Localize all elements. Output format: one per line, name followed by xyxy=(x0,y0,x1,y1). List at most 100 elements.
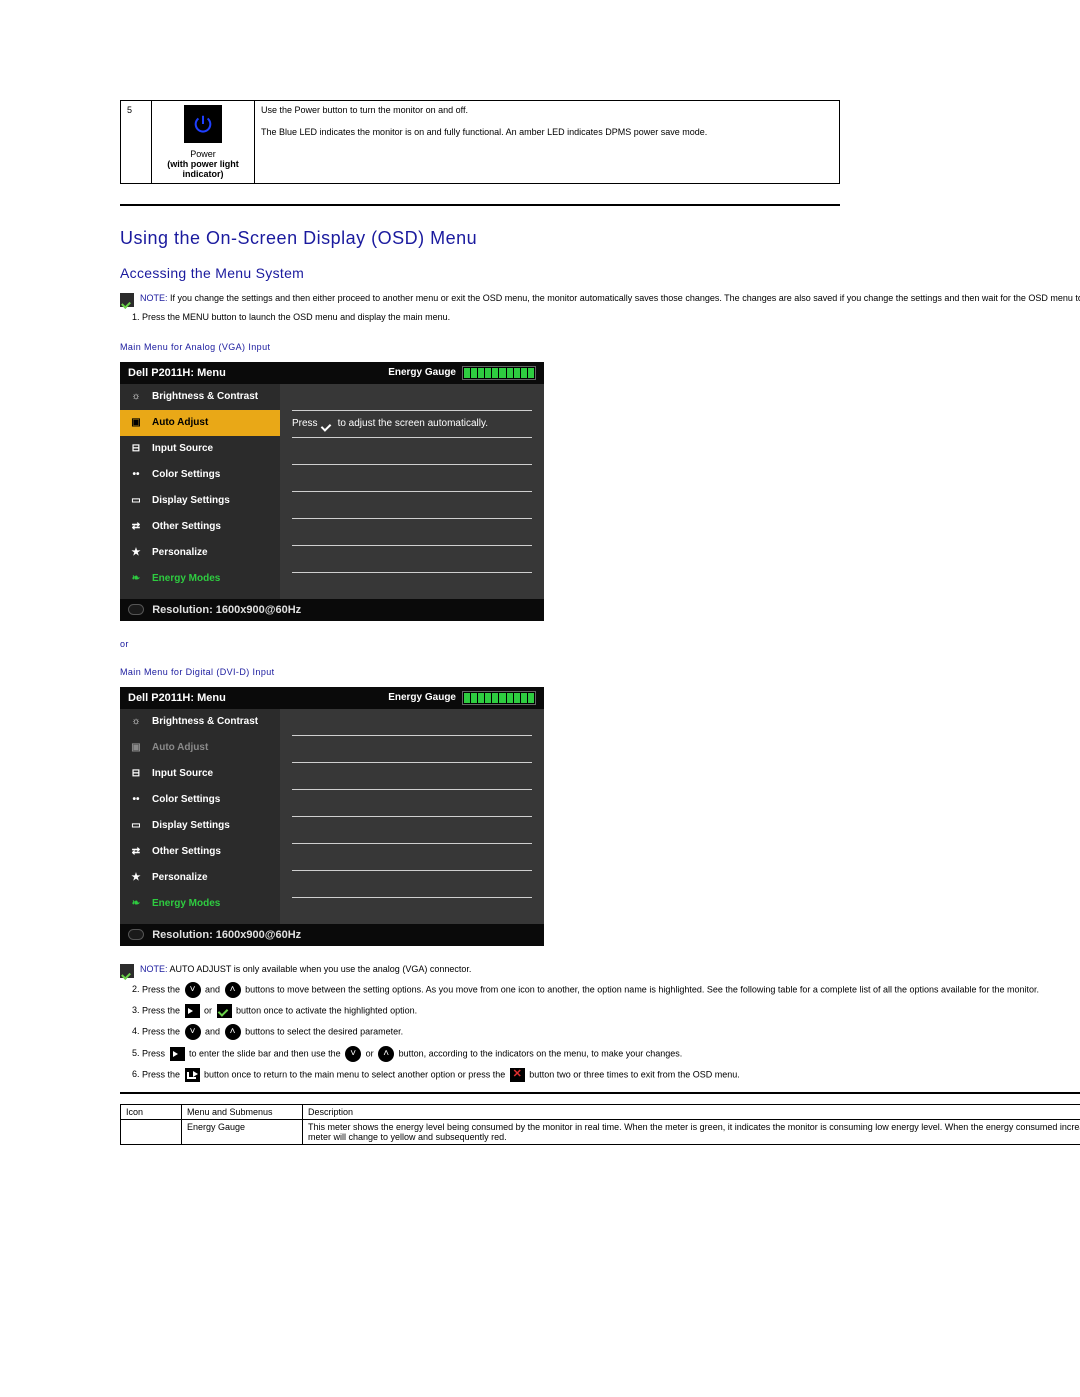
energy-icon: ❧ xyxy=(128,572,144,586)
osd-header: Dell P2011H: Menu Energy Gauge xyxy=(120,362,544,384)
osd-item-input-source[interactable]: ⊟Input Source xyxy=(120,436,280,462)
note-prefix: NOTE: xyxy=(140,293,168,303)
osd-item-personalize[interactable]: ★Personalize xyxy=(120,540,280,566)
up-icon: ˄ xyxy=(225,1024,241,1040)
legend-icon-cell xyxy=(121,1119,182,1144)
osd-item-color[interactable]: ••Color Settings xyxy=(120,787,280,813)
osd-item-energy[interactable]: ❧Energy Modes xyxy=(120,891,280,917)
osd-item-auto-adjust[interactable]: ▣Auto Adjust xyxy=(120,410,280,436)
note-2: NOTE: AUTO ADJUST is only available when… xyxy=(120,964,1080,978)
divider xyxy=(120,1092,1080,1094)
vga-caption: Main Menu for Analog (VGA) Input xyxy=(120,342,960,352)
step-6: Press the button once to return to the m… xyxy=(142,1068,1080,1082)
resolution-label: Resolution: 1600x900@60Hz xyxy=(152,929,301,941)
footer-badge xyxy=(128,604,144,615)
osd-vga: Dell P2011H: Menu Energy Gauge ☼Brightne… xyxy=(120,362,544,621)
osd-item-other[interactable]: ⇄Other Settings xyxy=(120,839,280,865)
display-icon: ▭ xyxy=(128,819,144,833)
power-desc-1: Use the Power button to turn the monitor… xyxy=(261,105,833,115)
osd-footer: Resolution: 1600x900@60Hz xyxy=(120,599,544,621)
osd-item-other[interactable]: ⇄Other Settings xyxy=(120,514,280,540)
power-desc-cell: Use the Power button to turn the monitor… xyxy=(255,101,840,184)
energy-icon: ❧ xyxy=(128,897,144,911)
power-label-1: Power xyxy=(158,149,248,159)
section-heading: Using the On-Screen Display (OSD) Menu xyxy=(120,228,960,249)
dvi-caption: Main Menu for Digital (DVI-D) Input xyxy=(120,667,960,677)
step-1: Press the MENU button to launch the OSD … xyxy=(142,311,960,324)
down-icon: ˅ xyxy=(185,982,201,998)
osd-item-brightness[interactable]: ☼Brightness & Contrast xyxy=(120,709,280,735)
osd-footer: Resolution: 1600x900@60Hz xyxy=(120,924,544,946)
footer-badge xyxy=(128,929,144,940)
resolution-label: Resolution: 1600x900@60Hz xyxy=(152,604,301,616)
osd-item-color[interactable]: ••Color Settings xyxy=(120,462,280,488)
osd-title: Dell P2011H: Menu xyxy=(128,692,226,704)
gauge-bars xyxy=(462,691,536,705)
auto-adjust-icon: ▣ xyxy=(128,416,144,430)
color-icon: •• xyxy=(128,468,144,482)
steps-list-1: Press the MENU button to launch the OSD … xyxy=(120,311,960,324)
legend-desc-cell: This meter shows the energy level being … xyxy=(303,1119,1080,1144)
steps-list-2: Press the ˅ and ˄ buttons to move betwee… xyxy=(120,982,1080,1082)
power-desc-2: The Blue LED indicates the monitor is on… xyxy=(261,127,833,137)
down-icon: ˅ xyxy=(185,1024,201,1040)
note-2-text: NOTE: AUTO ADJUST is only available when… xyxy=(140,964,471,974)
note-1: NOTE: If you change the settings and the… xyxy=(120,293,1080,307)
energy-gauge: Energy Gauge xyxy=(388,366,536,380)
personalize-icon: ★ xyxy=(128,546,144,560)
osd-dvi: Dell P2011H: Menu Energy Gauge ☼Brightne… xyxy=(120,687,544,946)
osd-title: Dell P2011H: Menu xyxy=(128,367,226,379)
osd-item-auto-adjust: ▣Auto Adjust xyxy=(120,735,280,761)
note-icon xyxy=(120,964,134,978)
energy-gauge: Energy Gauge xyxy=(388,691,536,705)
color-icon: •• xyxy=(128,793,144,807)
check-icon xyxy=(217,1004,232,1018)
divider xyxy=(120,204,840,206)
osd-content xyxy=(280,709,544,924)
input-source-icon: ⊟ xyxy=(128,767,144,781)
step-4: Press the ˅ and ˄ buttons to select the … xyxy=(142,1024,1080,1040)
auto-adjust-icon: ▣ xyxy=(128,741,144,755)
step-3: Press the or button once to activate the… xyxy=(142,1004,1080,1018)
col-desc: Description xyxy=(303,1104,1080,1119)
up-icon: ˄ xyxy=(378,1046,394,1062)
power-icon-cell: Power (with power light indicator) xyxy=(152,101,255,184)
or-caption: or xyxy=(120,639,960,649)
other-icon: ⇄ xyxy=(128,520,144,534)
legend-table: Icon Menu and Submenus Description Energ… xyxy=(120,1104,1080,1145)
osd-item-display[interactable]: ▭Display Settings xyxy=(120,488,280,514)
brightness-icon: ☼ xyxy=(128,715,144,729)
display-icon: ▭ xyxy=(128,494,144,508)
osd-hint-line: Pressto adjust the screen automatically. xyxy=(292,411,532,438)
brightness-icon: ☼ xyxy=(128,390,144,404)
other-icon: ⇄ xyxy=(128,845,144,859)
enter-icon xyxy=(170,1047,185,1061)
back-icon xyxy=(185,1068,200,1082)
osd-sidebar: ☼Brightness & Contrast ▣Auto Adjust ⊟Inp… xyxy=(120,384,280,599)
note-icon xyxy=(120,293,134,307)
legend-menu-cell: Energy Gauge xyxy=(182,1119,303,1144)
exit-icon xyxy=(510,1068,525,1082)
col-menu: Menu and Submenus xyxy=(182,1104,303,1119)
osd-item-personalize[interactable]: ★Personalize xyxy=(120,865,280,891)
gauge-bars xyxy=(462,366,536,380)
down-icon: ˅ xyxy=(345,1046,361,1062)
osd-item-input-source[interactable]: ⊟Input Source xyxy=(120,761,280,787)
osd-content: Pressto adjust the screen automatically. xyxy=(280,384,544,599)
col-icon: Icon xyxy=(121,1104,182,1119)
personalize-icon: ★ xyxy=(128,871,144,885)
row-number: 5 xyxy=(121,101,152,184)
note-prefix: NOTE: xyxy=(140,964,168,974)
power-icon xyxy=(184,105,222,143)
note-1-text: NOTE: If you change the settings and the… xyxy=(140,293,1080,303)
osd-item-energy[interactable]: ❧Energy Modes xyxy=(120,566,280,592)
step-2: Press the ˅ and ˄ buttons to move betwee… xyxy=(142,982,1080,998)
osd-item-display[interactable]: ▭Display Settings xyxy=(120,813,280,839)
power-label-2: (with power light indicator) xyxy=(158,159,248,179)
up-icon: ˄ xyxy=(225,982,241,998)
step-5: Press to enter the slide bar and then us… xyxy=(142,1046,1080,1062)
osd-item-brightness[interactable]: ☼Brightness & Contrast xyxy=(120,384,280,410)
input-source-icon: ⊟ xyxy=(128,442,144,456)
enter-icon xyxy=(185,1004,200,1018)
check-icon xyxy=(322,418,334,430)
